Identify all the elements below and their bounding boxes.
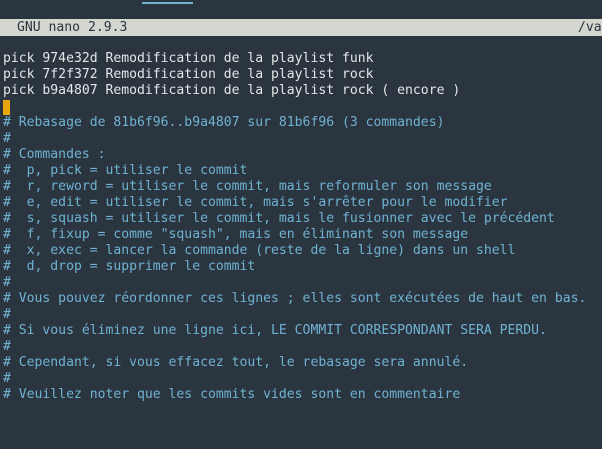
comment-line[interactable]: # r, reword = utiliser le commit, mais r… <box>3 179 602 195</box>
nano-title-bar: GNU nano 2.9.3 /va <box>0 19 602 36</box>
comment-line[interactable]: # Cependant, si vous effacez tout, le re… <box>3 355 602 371</box>
comment-line[interactable]: # d, drop = supprimer le commit <box>3 259 602 275</box>
file-path-label: /va <box>578 20 602 35</box>
comment-line[interactable]: # Vous pouvez réordonner ces lignes ; el… <box>3 291 602 307</box>
comment-line[interactable]: # Rebasage de 81b6f96..b9a4807 sur 81b6f… <box>3 115 602 131</box>
text-cursor <box>3 100 10 115</box>
nano-version-label: GNU nano 2.9.3 <box>17 20 128 35</box>
comment-line[interactable]: # <box>3 371 602 387</box>
terminal-tab-strip <box>0 0 602 19</box>
comment-line[interactable]: # e, edit = utiliser le commit, mais s'a… <box>3 195 602 211</box>
comment-line[interactable]: # Si vous éliminez une ligne ici, LE COM… <box>3 323 602 339</box>
comment-line[interactable]: # <box>3 307 602 323</box>
comment-line[interactable]: # <box>3 131 602 147</box>
comment-line[interactable]: # Commandes : <box>3 147 602 163</box>
comment-line[interactable]: # s, squash = utiliser le commit, mais l… <box>3 211 602 227</box>
comment-line[interactable]: # Veuillez noter que les commits vides s… <box>3 387 602 403</box>
todo-line-pick[interactable]: pick 7f2f372 Remodification de la playli… <box>3 67 602 83</box>
active-tab-indicator[interactable] <box>142 2 193 4</box>
comment-line[interactable]: # <box>3 339 602 355</box>
comment-line[interactable]: # x, exec = lancer la commande (reste de… <box>3 243 602 259</box>
editor-buffer[interactable]: pick 974e32d Remodification de la playli… <box>3 51 602 403</box>
todo-line-pick[interactable]: pick b9a4807 Remodification de la playli… <box>3 83 602 99</box>
todo-line-pick[interactable]: pick 974e32d Remodification de la playli… <box>3 51 602 67</box>
cursor-line[interactable] <box>3 99 602 115</box>
comment-line[interactable]: # f, fixup = comme "squash", mais en éli… <box>3 227 602 243</box>
terminal-window: GNU nano 2.9.3 /va pick 974e32d Remodifi… <box>0 0 602 449</box>
comment-line[interactable]: # <box>3 275 602 291</box>
comment-line[interactable]: # p, pick = utiliser le commit <box>3 163 602 179</box>
